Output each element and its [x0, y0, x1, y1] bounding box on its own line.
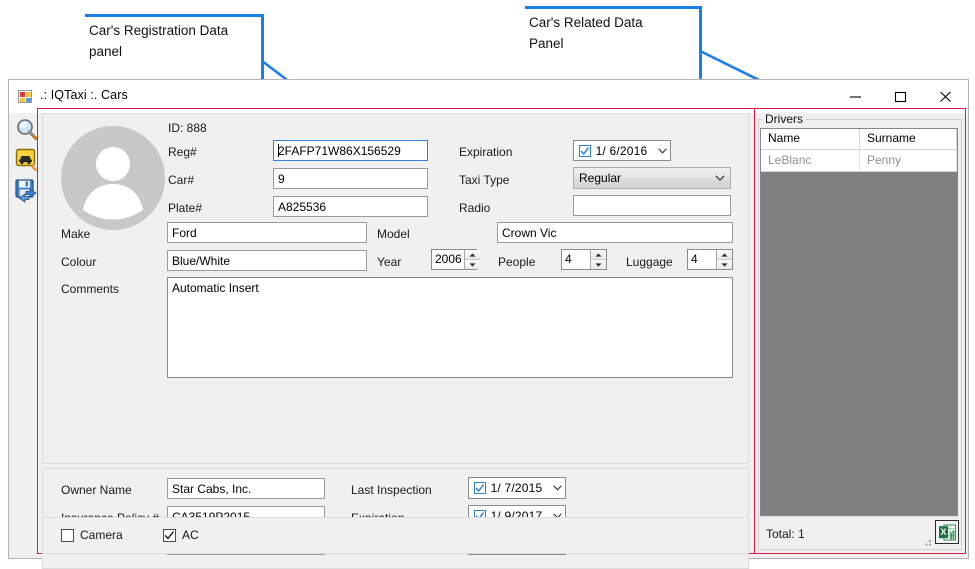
taxi-type-select[interactable]: Regular	[573, 167, 731, 189]
car-id-label: ID: 888	[168, 121, 207, 135]
comments-textarea[interactable]: Automatic Insert	[167, 277, 733, 378]
excel-export-icon[interactable]: X	[935, 520, 959, 544]
plate-value: A825536	[278, 200, 327, 214]
annotation-registration-panel: Car's Registration Data panel	[89, 23, 229, 59]
luggage-down-icon[interactable]	[717, 260, 732, 269]
year-stepper-buttons[interactable]	[463, 250, 480, 269]
chevron-down-icon[interactable]	[710, 175, 730, 181]
cell-surname: Penny	[859, 150, 957, 171]
year-up-icon[interactable]	[464, 250, 480, 260]
svg-text:X: X	[940, 526, 946, 536]
owner-name-value: Star Cabs, Inc.	[172, 482, 252, 496]
column-header-name[interactable]: Name	[761, 129, 860, 149]
plate-label: Plate#	[168, 201, 203, 215]
year-stepper[interactable]: 2006	[431, 249, 480, 270]
plate-input[interactable]: A825536	[273, 196, 428, 217]
luggage-value: 4	[691, 252, 698, 266]
people-stepper[interactable]: 4	[561, 249, 607, 270]
radio-input[interactable]	[573, 195, 731, 216]
model-input[interactable]: Crown Vic	[497, 222, 733, 243]
ac-checkbox-box[interactable]	[163, 528, 176, 542]
drivers-group-caption: Drivers	[762, 112, 806, 126]
close-button[interactable]	[923, 80, 968, 113]
car-number-value: 9	[278, 172, 285, 186]
car-photo-placeholder[interactable]	[61, 126, 165, 230]
luggage-stepper-buttons[interactable]	[716, 250, 732, 269]
ac-checkbox[interactable]: AC	[163, 528, 199, 542]
resize-grip-icon[interactable]	[925, 533, 935, 551]
expiration-datepicker[interactable]: 1/ 6/2016	[573, 140, 671, 161]
app-icon	[18, 89, 33, 104]
reg-input[interactable]: 2FAFP71W86X156529	[273, 140, 428, 161]
last-inspection-datepicker[interactable]: 1/ 7/2015	[468, 477, 566, 499]
expiration-label: Expiration	[459, 145, 513, 159]
drivers-total-label: Total: 1	[766, 527, 805, 541]
maximize-button[interactable]	[878, 80, 923, 113]
ac-label: AC	[182, 528, 199, 542]
screenshot-root: Car's Registration Data panel Car's Rela…	[0, 0, 975, 569]
callout-line-right-top	[525, 6, 701, 9]
model-label: Model	[377, 227, 410, 241]
year-label: Year	[377, 255, 402, 269]
people-up-icon[interactable]	[591, 250, 606, 260]
luggage-label: Luggage	[626, 255, 673, 269]
chevron-down-icon[interactable]	[549, 485, 565, 491]
cell-name: LeBlanc	[761, 150, 860, 171]
application-window: .: IQTaxi :. Cars ID: 888 Reg# 2FAFP71W8…	[8, 79, 969, 569]
owner-name-input[interactable]: Star Cabs, Inc.	[167, 478, 325, 499]
window-controls	[833, 80, 968, 113]
save-icon[interactable]	[14, 177, 40, 203]
new-car-icon[interactable]	[14, 147, 40, 173]
colour-value: Blue/White	[172, 254, 231, 268]
last-inspection-label: Last Inspection	[351, 483, 432, 497]
search-icon[interactable]	[14, 117, 40, 143]
taxi-type-value: Regular	[579, 171, 622, 185]
tool-strip	[10, 114, 38, 557]
callout-line-left-top	[85, 14, 263, 17]
year-down-icon[interactable]	[464, 260, 480, 269]
drivers-grid-header: Name Surname	[761, 129, 957, 150]
car-number-input[interactable]: 9	[273, 168, 428, 189]
camera-label: Camera	[80, 528, 123, 542]
make-input[interactable]: Ford	[167, 222, 367, 243]
title-bar: .: IQTaxi :. Cars	[9, 80, 968, 113]
annotation-related-panel: Car's Related Data Panel	[529, 15, 643, 51]
minimize-button[interactable]	[833, 80, 878, 113]
car-number-label: Car#	[168, 173, 195, 187]
radio-label: Radio	[459, 201, 491, 215]
luggage-stepper[interactable]: 4	[687, 249, 733, 270]
camera-checkbox[interactable]: Camera	[61, 528, 123, 542]
last-inspection-checkbox[interactable]	[474, 482, 486, 494]
model-value: Crown Vic	[502, 226, 557, 240]
window-title: .: IQTaxi :. Cars	[40, 88, 128, 102]
comments-label: Comments	[61, 282, 120, 296]
reg-label: Reg#	[168, 145, 197, 159]
people-down-icon[interactable]	[591, 260, 606, 269]
colour-label: Colour	[61, 255, 97, 269]
last-inspection-value: 1/ 7/2015	[490, 481, 543, 495]
comments-value: Automatic Insert	[172, 281, 259, 295]
people-value: 4	[565, 252, 572, 266]
make-label: Make	[61, 227, 91, 241]
expiration-value: 1/ 6/2016	[595, 143, 648, 158]
equipment-options-panel: Camera AC	[42, 517, 749, 554]
camera-checkbox-box[interactable]	[61, 528, 74, 542]
colour-input[interactable]: Blue/White	[167, 250, 367, 271]
reg-input-value: 2FAFP71W86X156529	[278, 144, 401, 158]
people-label: People	[498, 255, 536, 269]
people-stepper-buttons[interactable]	[590, 250, 606, 269]
table-row[interactable]: LeBlanc Penny	[761, 150, 957, 172]
column-header-surname[interactable]: Surname	[859, 129, 957, 149]
car-registration-panel: ID: 888 Reg# 2FAFP71W86X156529 Car# 9 Pl…	[42, 113, 749, 464]
taxi-type-label: Taxi Type	[459, 173, 510, 187]
year-value: 2006	[435, 252, 462, 266]
luggage-up-icon[interactable]	[717, 250, 732, 260]
chevron-down-icon[interactable]	[654, 147, 670, 154]
owner-name-label: Owner Name	[61, 483, 132, 497]
drivers-grid[interactable]: Name Surname LeBlanc Penny	[760, 128, 958, 516]
make-value: Ford	[172, 226, 197, 240]
expiration-checkbox[interactable]	[579, 144, 591, 157]
